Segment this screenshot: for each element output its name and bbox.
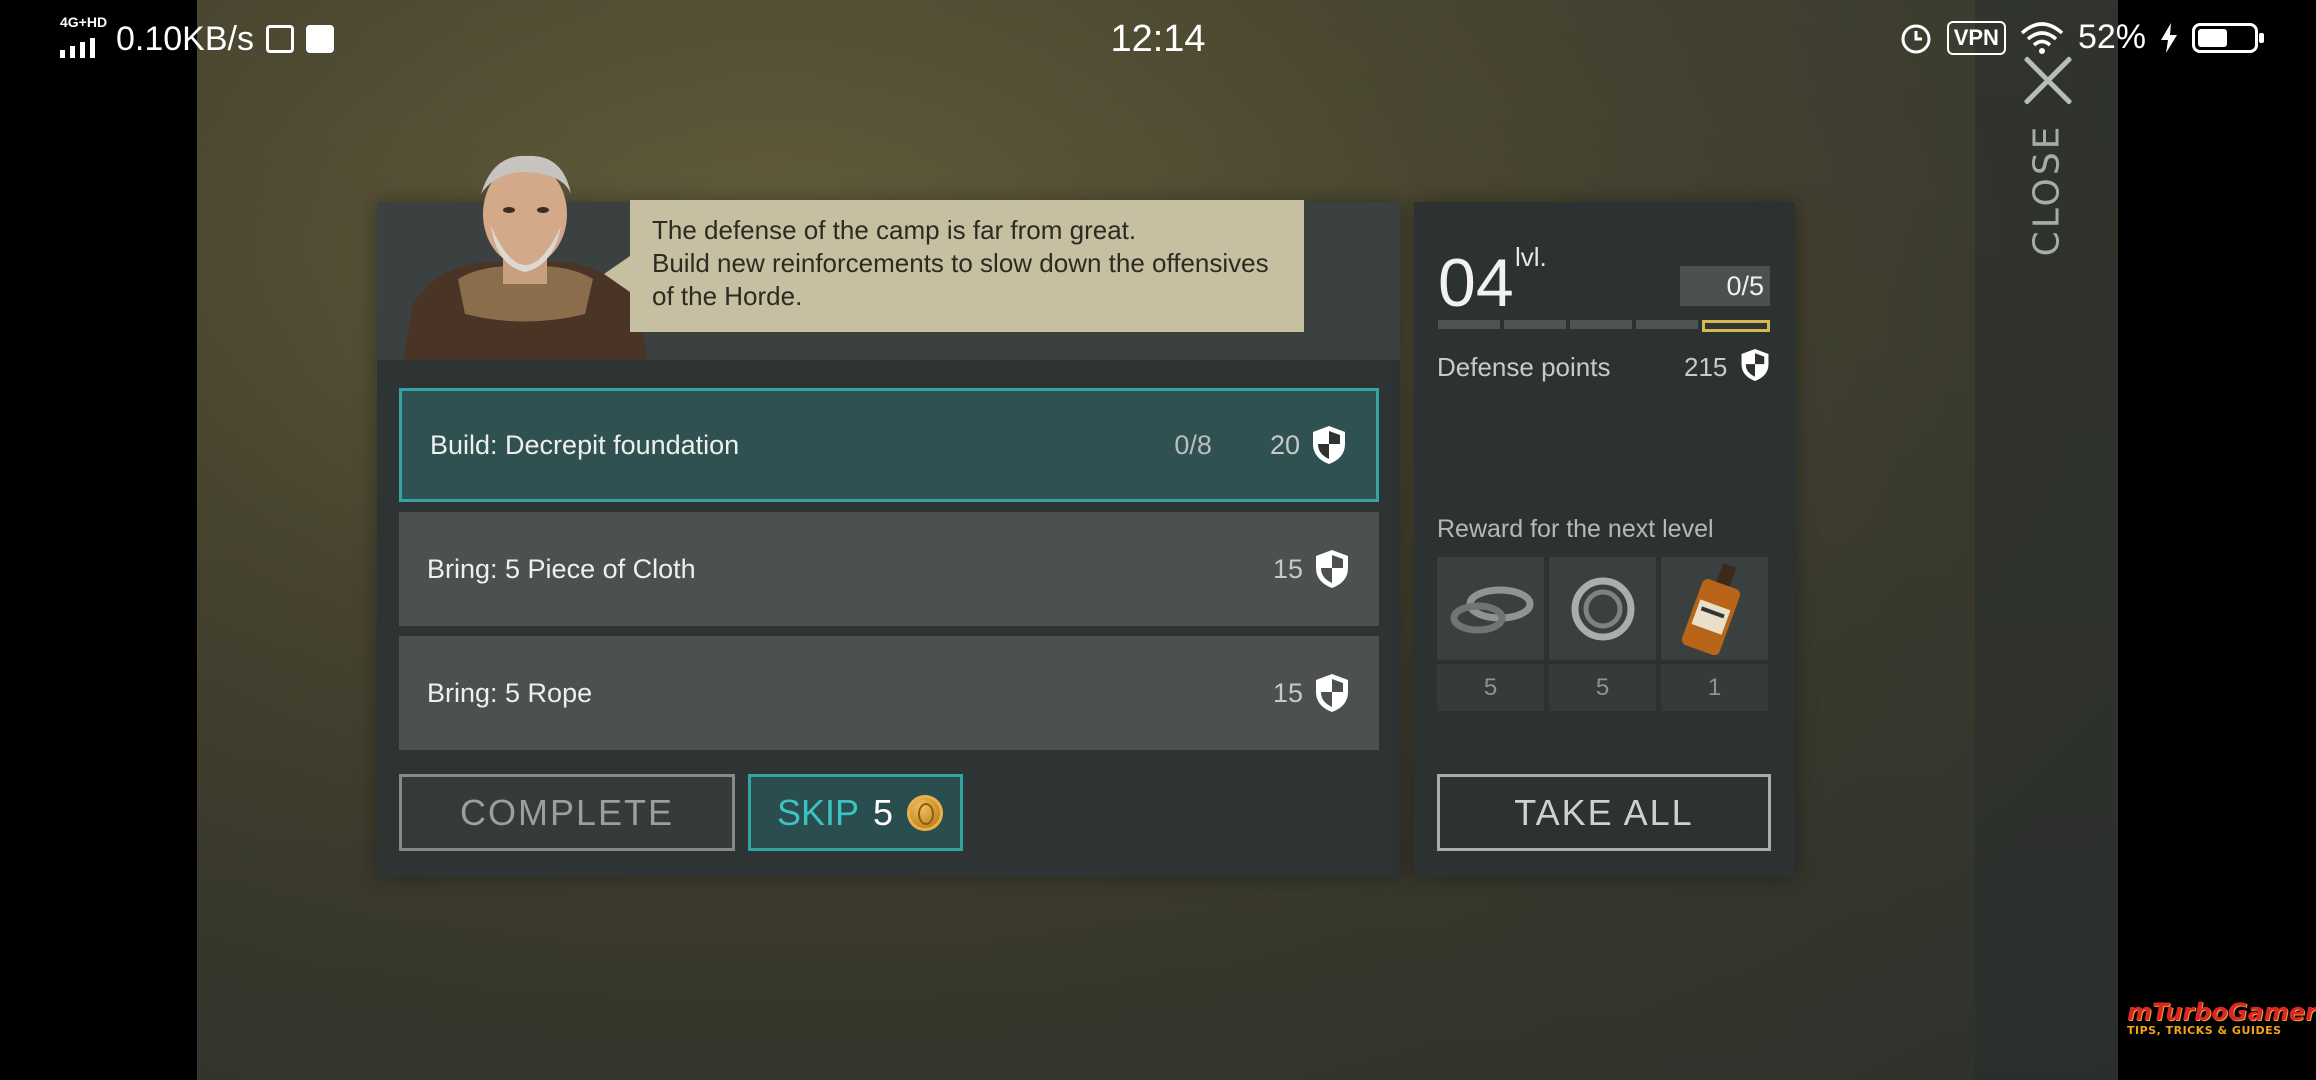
speech-line-2: Build new reinforcements to slow down th… — [652, 248, 1269, 278]
watermark-title: mTurboGamer — [2127, 998, 2316, 1026]
battery-icon — [2192, 22, 2264, 53]
task-points: 15 — [1272, 553, 1303, 584]
defense-points-value: 215 — [1684, 352, 1728, 382]
defense-points-label: Defense points — [1437, 352, 1611, 382]
reward-item[interactable]: 1 — [1661, 557, 1768, 711]
task-label: Build: Decrepit foundation — [430, 429, 740, 460]
coin-icon — [907, 794, 944, 831]
reward-quantity: 5 — [1437, 664, 1544, 711]
progress-segment-current — [1702, 320, 1770, 332]
watermark-logo: mTurboGamer TIPS, TRICKS & GUIDES — [2127, 998, 2316, 1037]
progress-segment — [1570, 320, 1632, 329]
take-all-button[interactable]: TAKE ALL — [1437, 774, 1771, 851]
skip-button[interactable]: SKIP 5 — [748, 774, 963, 851]
charging-icon — [2161, 22, 2177, 53]
reward-label: Reward for the next level — [1437, 515, 1714, 543]
skip-cost: 5 — [873, 791, 894, 833]
level-progress-count: 0/5 — [1680, 266, 1770, 306]
bearing-icon — [1571, 577, 1634, 640]
reward-item[interactable]: 5 — [1549, 557, 1656, 711]
level-progress-bar — [1438, 320, 1770, 332]
level-unit: lvl. — [1515, 242, 1547, 272]
alarm-icon — [1901, 24, 1931, 53]
vpn-badge: VPN — [1946, 20, 2006, 55]
skip-label: SKIP — [777, 791, 860, 833]
reward-quantity: 1 — [1661, 664, 1768, 711]
washers-icon — [1450, 586, 1533, 633]
battery-percent: 52% — [2077, 18, 2146, 56]
reward-list: 5 5 1 — [1437, 557, 1768, 711]
progress-segment — [1636, 320, 1698, 329]
level-panel: 04 lvl. 0/5 Defense points 215 Reward fo… — [1414, 202, 1795, 877]
progress-segment — [1504, 320, 1566, 329]
task-label: Bring: 5 Piece of Cloth — [427, 553, 696, 584]
reward-item[interactable]: 5 — [1437, 557, 1544, 711]
close-label[interactable]: CLOSE — [2027, 124, 2068, 257]
shield-icon — [1316, 674, 1348, 712]
shield-icon — [1313, 426, 1345, 464]
speech-line-3: of the Horde. — [652, 281, 803, 311]
wifi-icon — [2020, 21, 2064, 54]
reward-quantity: 5 — [1549, 664, 1656, 711]
complete-button[interactable]: COMPLETE — [399, 774, 735, 851]
status-bar: 4G+HD 0.10KB/s 12:14 VPN 52% — [0, 0, 2316, 86]
shield-icon — [1741, 349, 1769, 381]
task-progress: 0/8 — [1174, 429, 1212, 460]
task-points: 20 — [1269, 429, 1300, 460]
task-points: 15 — [1272, 677, 1303, 708]
task-row-build-foundation[interactable]: Build: Decrepit foundation 0/8 20 — [399, 388, 1379, 502]
task-row-bring-cloth[interactable]: Bring: 5 Piece of Cloth 15 — [399, 512, 1379, 626]
speech-line-1: The defense of the camp is far from grea… — [652, 215, 1137, 245]
level-number: 04 — [1438, 245, 1514, 321]
shield-icon — [1316, 550, 1348, 588]
whiskey-bottle-icon — [1681, 562, 1740, 655]
task-label: Bring: 5 Rope — [427, 677, 593, 708]
npc-speech-bubble: The defense of the camp is far from grea… — [604, 200, 1304, 332]
task-row-bring-rope[interactable]: Bring: 5 Rope 15 — [399, 636, 1379, 750]
progress-segment — [1438, 320, 1500, 329]
